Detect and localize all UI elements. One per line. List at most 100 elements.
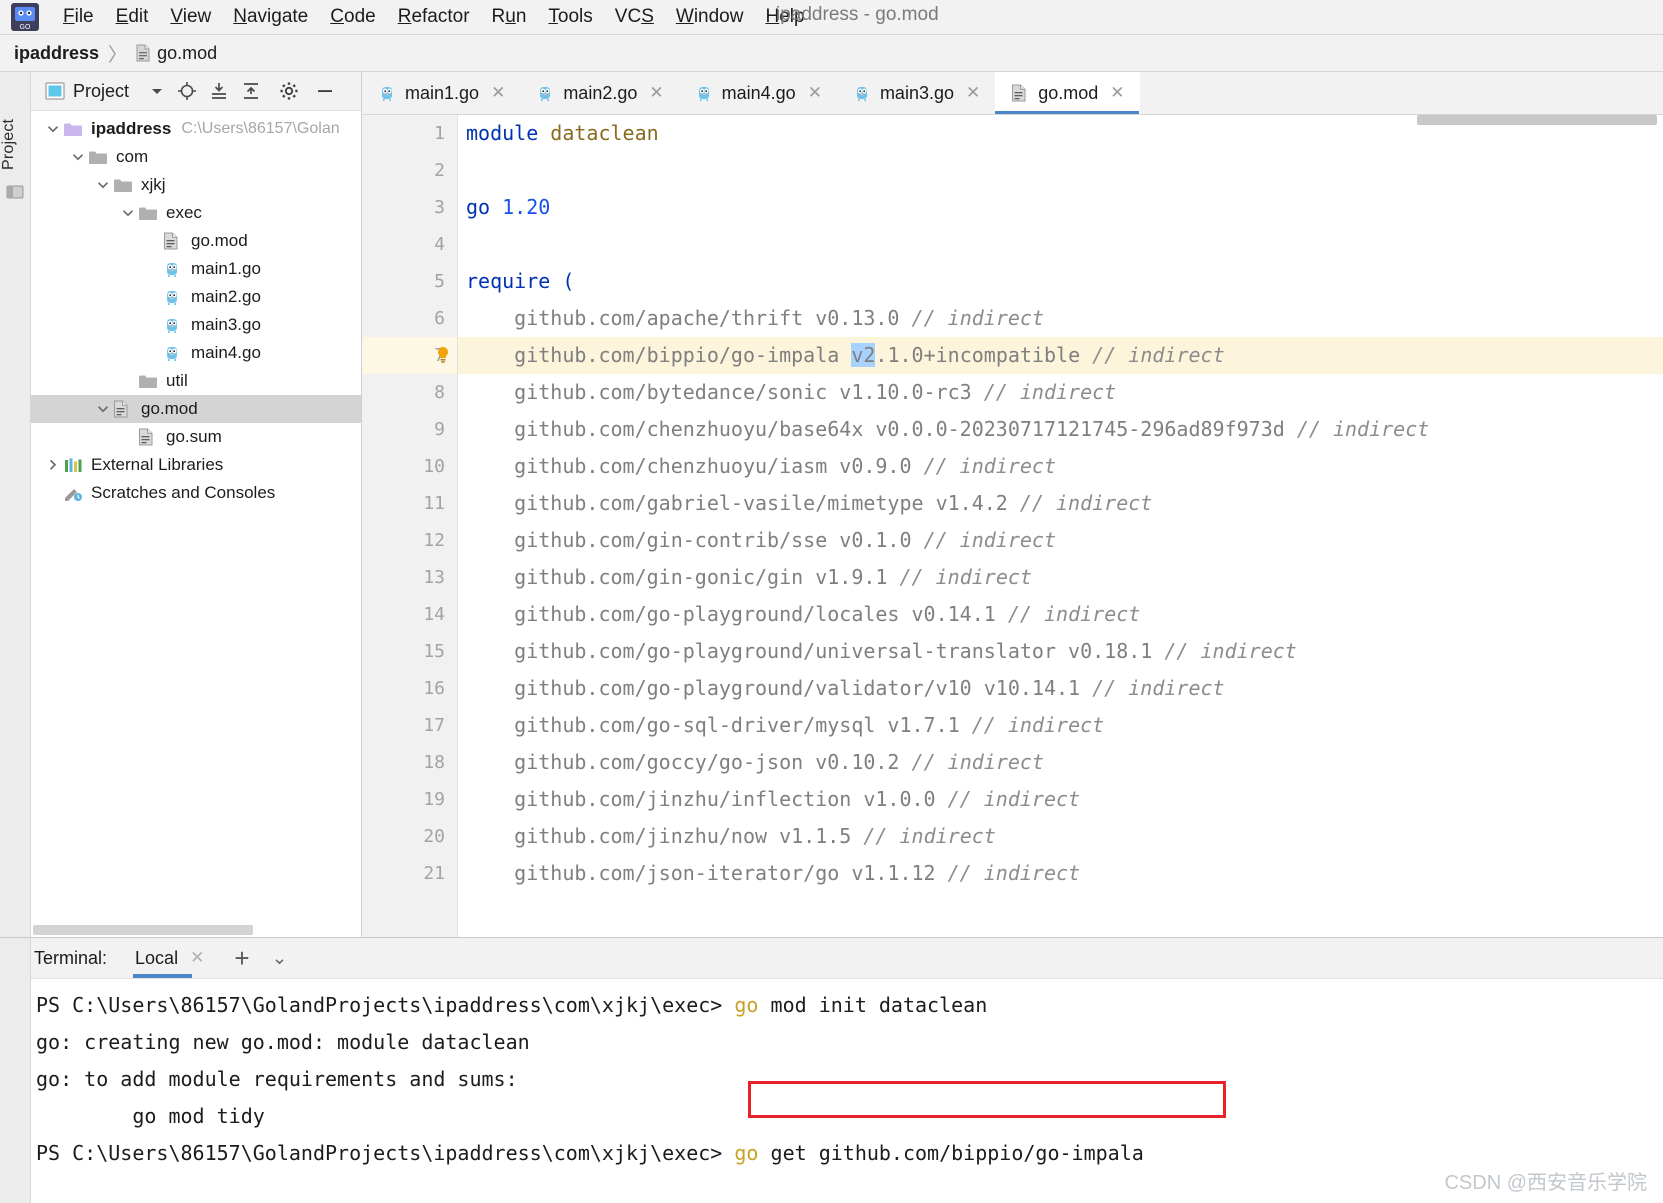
menu-item-edit[interactable]: Edit bbox=[105, 6, 160, 28]
close-icon[interactable]: ✕ bbox=[1110, 83, 1124, 103]
terminal-output[interactable]: PS C:\Users\86157\GolandProjects\ipaddre… bbox=[0, 979, 1663, 1203]
code-token: github.com/bippio/go-impala bbox=[466, 343, 852, 367]
go-icon bbox=[853, 83, 871, 103]
chevron-right-icon[interactable] bbox=[45, 457, 61, 473]
menu-item-refactor[interactable]: Refactor bbox=[387, 6, 481, 28]
code-line[interactable]: go 1.20 bbox=[458, 189, 1663, 226]
hide-panel-icon[interactable] bbox=[315, 81, 335, 101]
chevron-down-icon[interactable] bbox=[120, 205, 136, 221]
chevron-down-icon[interactable] bbox=[95, 177, 111, 193]
code-line[interactable]: github.com/jinzhu/inflection v1.0.0 // i… bbox=[458, 781, 1663, 818]
editor-tab-main2-go[interactable]: main2.go ✕ bbox=[520, 72, 678, 114]
chevron-down-icon[interactable]: ⌄ bbox=[272, 947, 288, 970]
code-token: 1.20 bbox=[502, 195, 551, 219]
tree-item-label: main4.go bbox=[191, 343, 261, 362]
code-line[interactable]: github.com/jinzhu/now v1.1.5 // indirect bbox=[458, 818, 1663, 855]
code-line[interactable]: github.com/bippio/go-impala v2.1.0+incom… bbox=[458, 337, 1663, 374]
tree-item-go-mod[interactable]: go.mod bbox=[31, 227, 361, 255]
code-line[interactable]: github.com/gin-gonic/gin v1.9.1 // indir… bbox=[458, 559, 1663, 596]
close-icon[interactable]: ✕ bbox=[190, 948, 204, 968]
menu-item-run[interactable]: Run bbox=[481, 6, 538, 28]
code-line[interactable]: github.com/apache/thrift v0.13.0 // indi… bbox=[458, 300, 1663, 337]
menu-item-navigate[interactable]: Navigate bbox=[222, 6, 319, 28]
code-content[interactable]: module dataclean go 1.20 require ( githu… bbox=[458, 115, 1663, 937]
scratches-icon bbox=[63, 484, 83, 502]
tree-item-ipaddress[interactable]: ipaddress C:\Users\86157\Golan bbox=[31, 115, 361, 143]
tree-item-main1-go[interactable]: main1.go bbox=[31, 255, 361, 283]
chevron-down-icon[interactable] bbox=[70, 149, 86, 165]
tree-item-com[interactable]: com bbox=[31, 143, 361, 171]
code-line[interactable]: require ( bbox=[458, 263, 1663, 300]
project-tree[interactable]: ipaddress C:\Users\86157\Golan com xjkj exec… bbox=[31, 111, 361, 937]
locate-icon[interactable] bbox=[177, 81, 197, 101]
editor-tab-strip: main1.go ✕ main2.go ✕ main4.go ✕ main3.go ✕ go.m… bbox=[362, 72, 1663, 115]
code-line[interactable]: github.com/gin-contrib/sse v0.1.0 // ind… bbox=[458, 522, 1663, 559]
code-editor[interactable]: 123456789101112131415161718192021 module… bbox=[362, 115, 1663, 937]
code-line[interactable] bbox=[458, 152, 1663, 189]
code-line[interactable]: github.com/bytedance/sonic v1.10.0-rc3 /… bbox=[458, 374, 1663, 411]
code-line[interactable]: github.com/go-sql-driver/mysql v1.7.1 //… bbox=[458, 707, 1663, 744]
terminal-prompt: go: creating new go.mod: module dataclea… bbox=[36, 1030, 530, 1054]
menu-item-file[interactable]: File bbox=[52, 6, 105, 28]
code-line[interactable]: github.com/go-playground/universal-trans… bbox=[458, 633, 1663, 670]
code-line[interactable] bbox=[458, 226, 1663, 263]
intention-bulb-icon[interactable] bbox=[436, 346, 450, 364]
code-line[interactable]: github.com/chenzhuoyu/iasm v0.9.0 // ind… bbox=[458, 448, 1663, 485]
chevron-down-icon[interactable] bbox=[149, 83, 165, 99]
terminal-tab-local[interactable]: Local ✕ bbox=[133, 938, 210, 978]
menu-item-code[interactable]: Code bbox=[319, 6, 386, 28]
gomod-icon bbox=[113, 400, 133, 418]
editor-tab-go-mod[interactable]: go.mod ✕ bbox=[995, 72, 1140, 114]
folder-icon bbox=[88, 148, 108, 166]
editor-scrollbar[interactable] bbox=[1417, 115, 1657, 125]
close-icon[interactable]: ✕ bbox=[649, 83, 663, 103]
project-horizontal-scrollbar[interactable] bbox=[33, 925, 359, 935]
tree-item-xjkj[interactable]: xjkj bbox=[31, 171, 361, 199]
line-number: 5 bbox=[434, 271, 445, 292]
breadcrumb-leaf[interactable]: go.mod bbox=[157, 43, 217, 64]
menu-item-window[interactable]: Window bbox=[665, 6, 755, 28]
chevron-down-icon[interactable] bbox=[95, 401, 111, 417]
scrollbar-thumb[interactable] bbox=[33, 925, 253, 935]
menu-item-view[interactable]: View bbox=[159, 6, 222, 28]
collapse-all-icon[interactable] bbox=[241, 81, 261, 101]
tree-item-label: xjkj bbox=[141, 175, 166, 194]
editor-tab-main1-go[interactable]: main1.go ✕ bbox=[362, 72, 520, 114]
code-line[interactable]: github.com/json-iterator/go v1.1.12 // i… bbox=[458, 855, 1663, 892]
code-token: github.com/go-sql-driver/mysql v1.7.1 bbox=[466, 713, 972, 737]
breadcrumb-root[interactable]: ipaddress bbox=[14, 43, 99, 64]
tree-item-main2-go[interactable]: main2.go bbox=[31, 283, 361, 311]
tree-item-scratches-and-consoles[interactable]: Scratches and Consoles bbox=[31, 479, 361, 507]
tree-item-label: main2.go bbox=[191, 287, 261, 306]
project-tool-window: Project ipaddress C:\Users\86157\Golan c… bbox=[31, 72, 362, 937]
editor-tab-main3-go[interactable]: main3.go ✕ bbox=[837, 72, 995, 114]
tree-item-util[interactable]: util bbox=[31, 367, 361, 395]
editor-tab-main4-go[interactable]: main4.go ✕ bbox=[679, 72, 837, 114]
gear-icon[interactable] bbox=[279, 81, 299, 101]
menu-item-vcs[interactable]: VCS bbox=[604, 6, 665, 28]
code-line[interactable]: github.com/go-playground/validator/v10 v… bbox=[458, 670, 1663, 707]
code-line[interactable]: github.com/gabriel-vasile/mimetype v1.4.… bbox=[458, 485, 1663, 522]
code-token: github.com/gin-contrib/sse v0.1.0 bbox=[466, 528, 924, 552]
tree-item-exec[interactable]: exec bbox=[31, 199, 361, 227]
add-terminal-button[interactable]: + bbox=[234, 945, 249, 971]
code-token: // indirect bbox=[923, 528, 1057, 552]
close-icon[interactable]: ✕ bbox=[966, 83, 980, 103]
tree-item-main4-go[interactable]: main4.go bbox=[31, 339, 361, 367]
tree-item-go-mod[interactable]: go.mod bbox=[31, 395, 361, 423]
code-line[interactable]: github.com/go-playground/locales v0.14.1… bbox=[458, 596, 1663, 633]
tree-item-go-sum[interactable]: go.sum bbox=[31, 423, 361, 451]
structure-icon[interactable] bbox=[6, 184, 24, 200]
expand-all-icon[interactable] bbox=[209, 81, 229, 101]
tree-item-label: main3.go bbox=[191, 315, 261, 334]
code-line[interactable]: github.com/chenzhuoyu/base64x v0.0.0-202… bbox=[458, 411, 1663, 448]
tree-item-external-libraries[interactable]: External Libraries bbox=[31, 451, 361, 479]
code-token: github.com/json-iterator/go v1.1.12 bbox=[466, 861, 948, 885]
code-line[interactable]: github.com/goccy/go-json v0.10.2 // indi… bbox=[458, 744, 1663, 781]
menu-item-tools[interactable]: Tools bbox=[537, 6, 603, 28]
close-icon[interactable]: ✕ bbox=[808, 83, 822, 103]
close-icon[interactable]: ✕ bbox=[491, 83, 505, 103]
sidebar-item-project[interactable]: Project bbox=[0, 78, 30, 182]
tree-item-main3-go[interactable]: main3.go bbox=[31, 311, 361, 339]
chevron-down-icon[interactable] bbox=[45, 121, 61, 137]
